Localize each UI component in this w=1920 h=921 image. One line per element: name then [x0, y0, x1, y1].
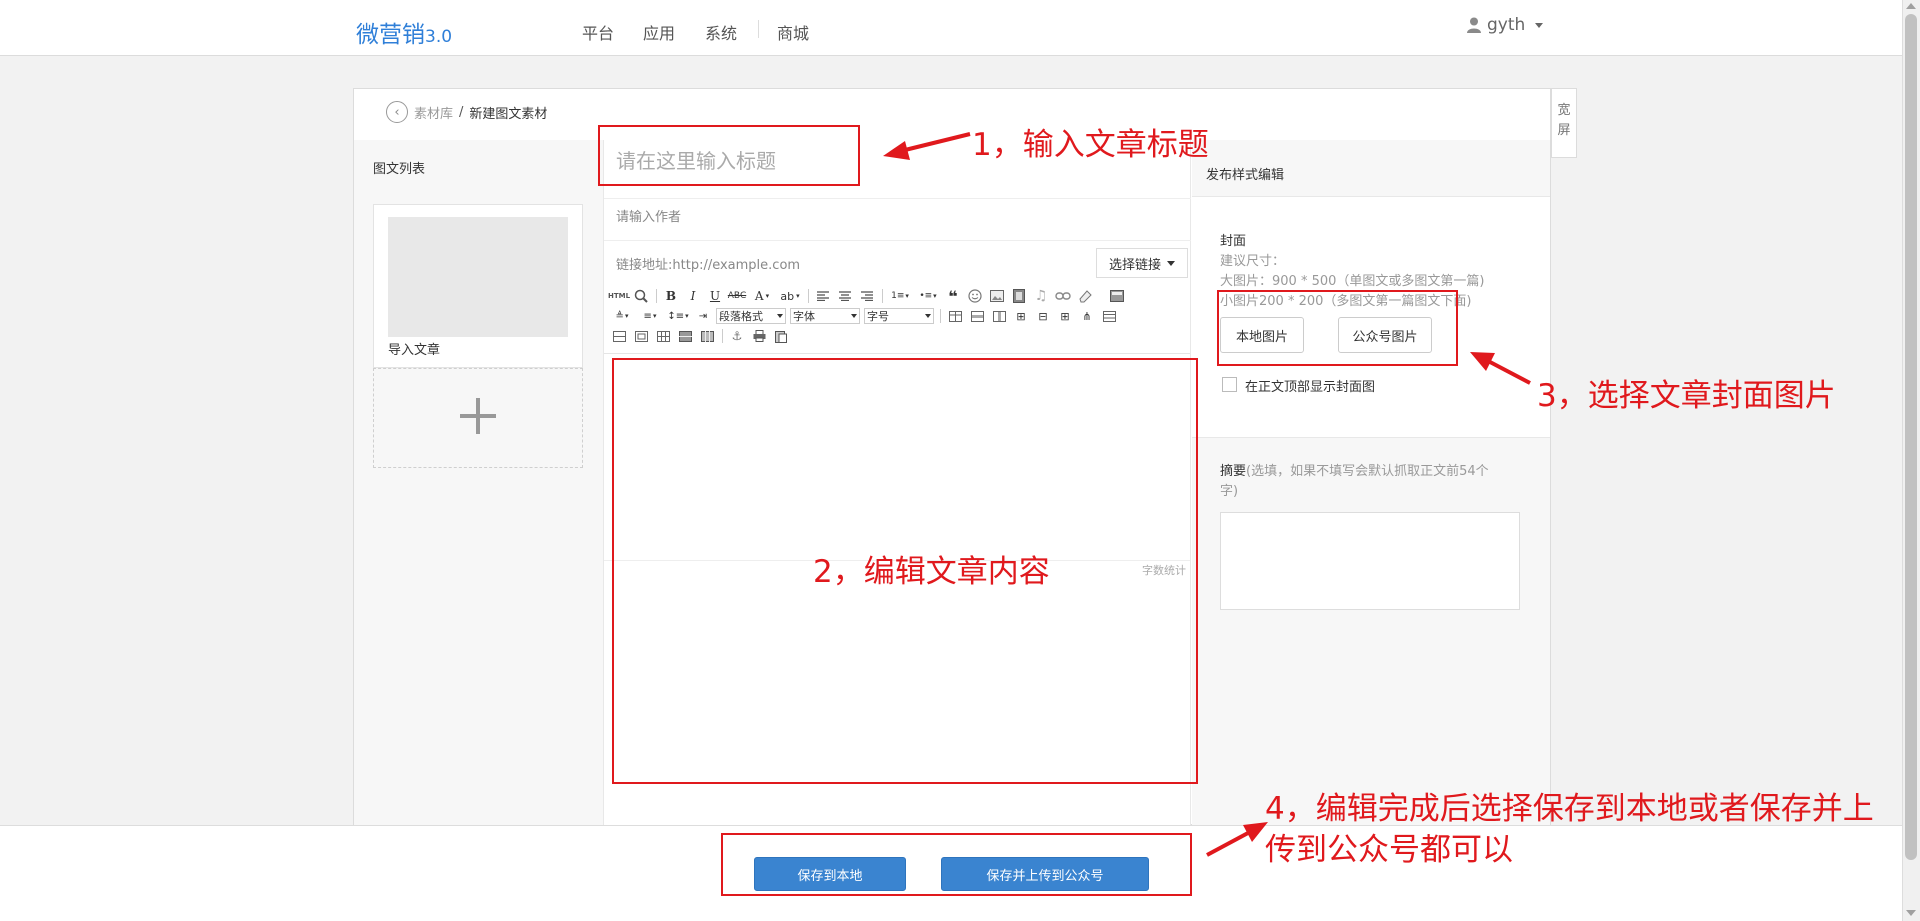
- toolbar-spacer: [1096, 287, 1106, 305]
- choose-link-button[interactable]: 选择链接: [1096, 248, 1188, 278]
- table-grid-icon[interactable]: [652, 327, 674, 345]
- toolbar-separator: [652, 287, 660, 305]
- merge-cells-icon[interactable]: ⋔: [1076, 307, 1098, 325]
- toolbar-separator: [878, 287, 886, 305]
- chevron-down-icon: [1535, 22, 1544, 28]
- table-row-icon[interactable]: [966, 307, 988, 325]
- breadcrumb-current: 新建图文素材: [469, 106, 548, 122]
- breadcrumb-parent[interactable]: 素材库: [414, 103, 453, 122]
- print-icon[interactable]: [748, 327, 770, 345]
- font-family-select[interactable]: 字体: [790, 308, 860, 324]
- insert-row-icon[interactable]: ⊞: [1010, 307, 1032, 325]
- scrollbar-thumb[interactable]: [1905, 14, 1917, 860]
- line-height-icon[interactable]: ↕≡ ▾: [664, 307, 692, 325]
- delete-row-icon[interactable]: ⊟: [1032, 307, 1054, 325]
- divider: [604, 240, 1191, 241]
- annotation-step-4: 4，编辑完成后选择保存到本地或者保存并上 传到公众号都可以: [1265, 791, 1874, 868]
- table-striped-icon[interactable]: [696, 327, 718, 345]
- nav-mall[interactable]: 商城: [777, 20, 809, 44]
- user-icon: [1467, 17, 1481, 33]
- brand-logo[interactable]: 微营销3.0: [356, 15, 452, 49]
- cell-props-icon[interactable]: [630, 327, 652, 345]
- user-menu[interactable]: gyth: [1467, 15, 1544, 35]
- choose-link-label: 选择链接: [1108, 257, 1161, 273]
- chevron-down-icon: [1167, 260, 1175, 266]
- bold-icon[interactable]: B: [660, 287, 682, 305]
- username: gyth: [1487, 15, 1526, 35]
- toolbar-separator: [718, 327, 726, 345]
- size-hint: 建议尺寸：: [1220, 254, 1286, 269]
- annotation-box-cover: [1217, 290, 1458, 366]
- align-left-icon[interactable]: [812, 287, 834, 305]
- divider: [604, 198, 1191, 199]
- emoji-icon[interactable]: [964, 287, 986, 305]
- blockquote-icon[interactable]: ❝: [942, 287, 964, 306]
- annotation-box-save: [721, 833, 1192, 896]
- table-props-icon[interactable]: [608, 327, 630, 345]
- show-cover-checkbox[interactable]: [1222, 377, 1237, 392]
- spacing-icon[interactable]: ≜ ▾: [608, 307, 636, 325]
- paste-icon[interactable]: [770, 327, 792, 345]
- article-thumbnail: [388, 217, 568, 337]
- font-color-icon[interactable]: A ▾: [748, 287, 776, 305]
- align-right-icon[interactable]: [856, 287, 878, 305]
- publish-settings-title: 发布样式编辑: [1206, 168, 1285, 183]
- insert-table-icon[interactable]: [944, 307, 966, 325]
- nav-apps[interactable]: 应用: [643, 20, 675, 44]
- preview-icon[interactable]: [630, 287, 652, 305]
- cover-label: 封面: [1220, 234, 1247, 249]
- top-navbar: [0, 0, 1902, 56]
- toolbar-separator: [936, 307, 944, 325]
- link-icon[interactable]: [1052, 287, 1074, 305]
- nav-system[interactable]: 系统: [705, 20, 737, 44]
- annotation-box-title: [598, 125, 860, 186]
- breadcrumb-separator: /: [459, 104, 464, 120]
- annotation-step-1: 1，输入文章标题: [972, 127, 1209, 163]
- indent-top-icon[interactable]: ≡ ▾: [636, 307, 664, 325]
- table-dark-icon[interactable]: [674, 327, 696, 345]
- strikethrough-icon[interactable]: ABC: [726, 287, 748, 305]
- summary-label: 摘要(选填，如果不填写会默认抓取正文前54个字): [1220, 464, 1489, 499]
- table-col-icon[interactable]: [988, 307, 1010, 325]
- italic-icon[interactable]: I: [682, 287, 704, 305]
- annotation-step-3: 3，选择文章封面图片: [1537, 378, 1836, 414]
- plus-icon: [460, 398, 496, 434]
- music-icon[interactable]: ♫: [1030, 287, 1052, 305]
- annotation-step-2: 2，编辑文章内容: [813, 554, 1050, 590]
- template-icon[interactable]: [1106, 287, 1128, 305]
- scroll-down-icon[interactable]: [1906, 910, 1916, 916]
- html-source-button[interactable]: HTML: [608, 287, 630, 305]
- indent-icon[interactable]: ⇥: [692, 307, 714, 325]
- font-size-select[interactable]: 字号: [864, 308, 934, 324]
- editor-toolbar: HTML B I U ABC A ▾ ab ▾ 1≡ ▾ •≡ ▾ ❝ ♫ ≜ ▾ ≡ ▾ …: [604, 282, 1190, 354]
- split-cells-icon[interactable]: [1098, 307, 1120, 325]
- insert-col-icon[interactable]: ⊞: [1054, 307, 1076, 325]
- image-icon[interactable]: [986, 287, 1008, 305]
- show-cover-label: 在正文顶部显示封面图: [1245, 380, 1376, 395]
- breadcrumb: ‹ 素材库 / 新建图文素材: [386, 101, 547, 123]
- link-input[interactable]: [604, 252, 1084, 278]
- ordered-list-icon[interactable]: 1≡ ▾: [886, 287, 914, 305]
- scroll-up-icon[interactable]: [1906, 3, 1916, 9]
- nav-platform[interactable]: 平台: [582, 20, 614, 44]
- anchor-icon[interactable]: ⚓: [726, 327, 748, 345]
- video-icon[interactable]: [1008, 287, 1030, 305]
- import-article-link[interactable]: 导入文章: [388, 339, 440, 358]
- unordered-list-icon[interactable]: •≡ ▾: [914, 287, 942, 305]
- align-center-icon[interactable]: [834, 287, 856, 305]
- toolbar-separator: [804, 287, 812, 305]
- size-large-hint: 大图片：900 * 500（单图文或多图文第一篇): [1220, 274, 1485, 289]
- paragraph-format-select[interactable]: 段落格式: [716, 308, 786, 324]
- back-icon[interactable]: ‹: [386, 101, 408, 123]
- summary-textarea[interactable]: [1220, 512, 1520, 610]
- nav-divider: [758, 20, 759, 38]
- article-list-title: 图文列表: [373, 162, 426, 177]
- underline-icon[interactable]: U: [704, 287, 726, 305]
- eraser-icon[interactable]: [1074, 287, 1096, 305]
- author-input[interactable]: [604, 204, 904, 230]
- fullscreen-toggle[interactable]: 宽屏: [1551, 88, 1577, 158]
- background-color-icon[interactable]: ab ▾: [776, 287, 804, 305]
